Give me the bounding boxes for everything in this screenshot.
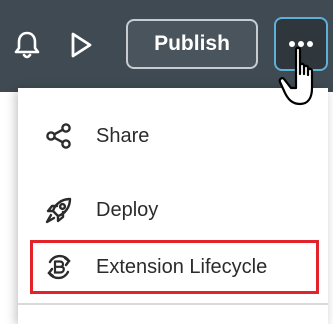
menu-item-label: Share bbox=[96, 124, 150, 147]
bell-icon[interactable] bbox=[10, 28, 44, 62]
menu-item-label: Extension Lifecycle bbox=[96, 255, 268, 278]
menu-item-label: Deploy bbox=[96, 198, 159, 221]
menu-item-share[interactable]: Share bbox=[18, 106, 328, 166]
share-icon bbox=[42, 119, 76, 153]
menu-divider bbox=[18, 303, 328, 305]
overflow-menu: Share Deploy Extension Lifecycle bbox=[18, 88, 328, 324]
publish-button-label: Publish bbox=[154, 32, 230, 55]
menu-item-deploy[interactable]: Deploy bbox=[18, 180, 328, 240]
menu-item-extension-lifecycle[interactable]: Extension Lifecycle bbox=[30, 240, 319, 294]
hand-cursor-icon bbox=[278, 44, 330, 112]
rocket-icon bbox=[42, 193, 76, 227]
lifecycle-icon bbox=[42, 250, 76, 284]
play-icon[interactable] bbox=[64, 28, 98, 62]
publish-button[interactable]: Publish bbox=[126, 19, 258, 69]
